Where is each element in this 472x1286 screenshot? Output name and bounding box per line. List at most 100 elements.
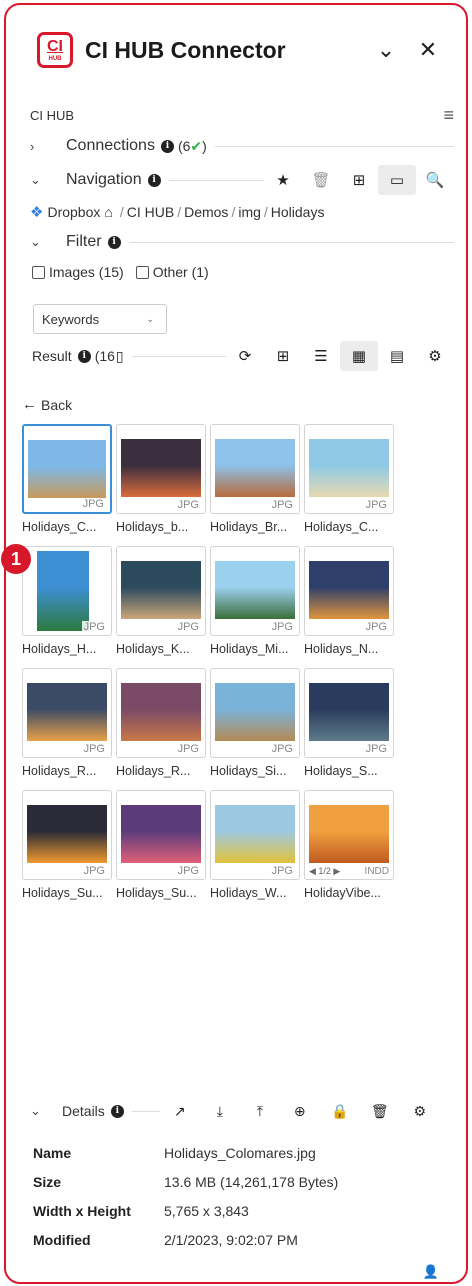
file-thumbnail[interactable]: JPG (22, 790, 112, 880)
file-thumbnail[interactable]: JPG (116, 790, 206, 880)
chevron-down-icon[interactable]: ⌄ (30, 1103, 52, 1119)
file-thumbnail[interactable]: JPG (116, 546, 206, 636)
settings-icon[interactable]: ⚙ (400, 1103, 440, 1120)
file-thumbnail[interactable]: JPG (210, 424, 300, 514)
file-tile[interactable]: JPG Holidays_Si... (210, 668, 302, 778)
file-thumbnail[interactable]: JPG (210, 546, 300, 636)
file-thumbnail[interactable]: JPG (210, 790, 300, 880)
lock-icon[interactable]: 🔒 (320, 1103, 360, 1120)
file-type-badge: JPG (175, 743, 201, 755)
file-type-badge: JPG (269, 621, 295, 633)
chevron-down-icon[interactable]: ⌄ (30, 172, 52, 188)
file-thumbnail[interactable]: JPG (116, 424, 206, 514)
thumbnail-image (309, 561, 389, 619)
chevron-down-icon: ⌄ (146, 313, 154, 324)
file-thumbnail[interactable]: JPG (304, 424, 394, 514)
filter-section-header[interactable]: ⌄ Filter i (30, 230, 454, 254)
thumbnail-image (121, 683, 201, 741)
grid-view-icon[interactable]: ▦ (340, 341, 378, 371)
thumbnail-image (121, 805, 201, 863)
file-thumbnail[interactable]: JPG (210, 668, 300, 758)
result-label: Result (32, 348, 72, 364)
breadcrumb-item[interactable]: img (238, 204, 261, 220)
info-icon: i (110, 1104, 124, 1118)
info-icon: i (77, 349, 91, 363)
plus-square-icon[interactable]: ⊞ (264, 341, 302, 371)
divider (168, 179, 264, 181)
file-type-badge: JPG (81, 621, 107, 633)
trash-icon[interactable]: 🗑 (302, 165, 340, 195)
list-view-icon[interactable]: ☰ (302, 341, 340, 371)
file-name: Holidays_N... (304, 642, 379, 656)
file-thumbnail[interactable]: JPG (116, 668, 206, 758)
file-tile[interactable]: JPG Holidays_W... (210, 790, 302, 900)
file-tile[interactable]: JPG Holidays_C... (304, 424, 396, 534)
back-button[interactable]: ← Back (22, 396, 72, 413)
collapse-panel-button[interactable]: ⌄ (370, 37, 402, 63)
download-icon[interactable]: ⤓ (200, 1103, 240, 1120)
home-icon[interactable]: ⌂ (104, 204, 112, 220)
property-row: Size 13.6 MB (14,261,178 Bytes) (33, 1167, 338, 1196)
close-panel-button[interactable]: ✕ (412, 37, 444, 63)
thumbnail-image (215, 683, 295, 741)
property-key: Name (33, 1144, 72, 1161)
external-link-icon[interactable]: ↗ (160, 1103, 200, 1120)
file-tile[interactable]: JPG Holidays_Br... (210, 424, 302, 534)
file-tile[interactable]: JPG Holidays_H... (22, 546, 114, 656)
file-tile[interactable]: JPG Holidays_Mi... (210, 546, 302, 656)
chevron-right-icon[interactable]: › (30, 139, 52, 154)
file-tile[interactable]: JPG Holidays_C... (22, 424, 114, 534)
file-tile[interactable]: JPG Holidays_K... (116, 546, 208, 656)
search-icon[interactable]: 🔍 (416, 165, 454, 195)
zoom-in-icon[interactable]: ⊕ (280, 1103, 320, 1120)
filter-other-checkbox[interactable]: Other (1) (135, 264, 209, 280)
keywords-dropdown[interactable]: Keywords ⌄ (33, 304, 167, 334)
plus-square-icon[interactable]: ⊞ (340, 165, 378, 195)
breadcrumb-item[interactable]: Holidays (271, 204, 325, 220)
chevron-down-icon[interactable]: ⌄ (30, 234, 52, 250)
document-icon: ▯ (115, 347, 124, 364)
file-thumbnail[interactable]: JPG (22, 546, 112, 636)
hamburger-menu-icon[interactable]: ≡ (443, 105, 454, 126)
navigation-title: Navigation (66, 171, 142, 188)
file-thumbnail[interactable]: JPG (304, 546, 394, 636)
trash-icon[interactable]: 🗑 (360, 1103, 400, 1120)
page-navigator[interactable]: ◀ 1/2 ▶ (309, 866, 340, 877)
thumbnail-image (309, 805, 389, 863)
file-tile[interactable]: JPG Holidays_Su... (116, 790, 208, 900)
star-icon[interactable]: ★ (264, 165, 302, 195)
refresh-icon[interactable]: ⟳ (226, 341, 264, 371)
user-icon[interactable]: 👤 (423, 1264, 439, 1280)
connections-section-header[interactable]: › Connections i (6 ✔ ) (30, 134, 454, 158)
thumbnail-image (309, 439, 389, 497)
property-value: 2/1/2023, 9:02:07 PM (164, 1231, 298, 1248)
file-tile[interactable]: JPG Holidays_R... (116, 668, 208, 778)
file-tile[interactable]: JPG Holidays_R... (22, 668, 114, 778)
details-properties: Name Holidays_Colomares.jpg Size 13.6 MB… (33, 1138, 338, 1254)
file-name: Holidays_Su... (116, 886, 197, 900)
breadcrumb-service[interactable]: Dropbox (47, 204, 100, 220)
file-tile[interactable]: JPG Holidays_S... (304, 668, 396, 778)
breadcrumb-item[interactable]: Demos (184, 204, 228, 220)
file-tile[interactable]: ◀ 1/2 ▶ INDD HolidayVibe... (304, 790, 396, 900)
filter-images-checkbox[interactable]: Images (15) (32, 264, 124, 280)
file-name: Holidays_Mi... (210, 642, 289, 656)
thumbnail-image (215, 561, 295, 619)
file-thumbnail[interactable]: ◀ 1/2 ▶ INDD (304, 790, 394, 880)
settings-icon[interactable]: ⚙ (416, 341, 454, 371)
property-key: Modified (33, 1231, 91, 1248)
file-thumbnail[interactable]: JPG (22, 668, 112, 758)
file-tile[interactable]: JPG Holidays_N... (304, 546, 396, 656)
folder-icon[interactable]: ▭ (378, 165, 416, 195)
card-view-icon[interactable]: ▤ (378, 341, 416, 371)
breadcrumb-item[interactable]: CI HUB (127, 204, 174, 220)
thumbnail-image (27, 805, 107, 863)
file-tile[interactable]: JPG Holidays_b... (116, 424, 208, 534)
result-count: (16 (94, 348, 115, 364)
file-thumbnail[interactable]: JPG (22, 424, 112, 514)
file-type-badge: JPG (363, 499, 389, 511)
file-tile[interactable]: JPG Holidays_Su... (22, 790, 114, 900)
upload-icon[interactable]: ⤒ (240, 1103, 280, 1120)
file-thumbnail[interactable]: JPG (304, 668, 394, 758)
file-type-badge: JPG (80, 498, 106, 510)
